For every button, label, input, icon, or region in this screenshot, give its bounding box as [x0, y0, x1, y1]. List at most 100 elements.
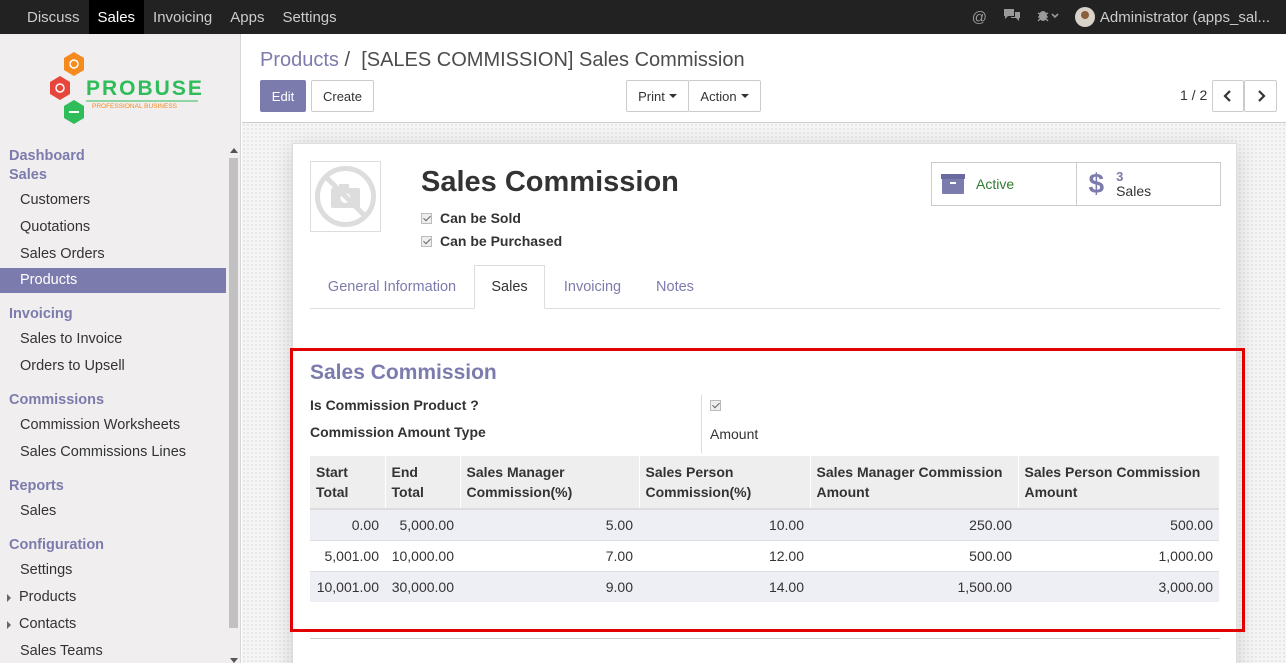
no-image-camera-icon: [315, 166, 376, 227]
svg-text:PROFESSIONAL BUSINESS: PROFESSIONAL BUSINESS: [92, 103, 178, 110]
col-sales-person-commission-amount[interactable]: Sales Person Commission Amount: [1017, 456, 1219, 510]
cell-manager-pct: 7.00: [460, 539, 639, 571]
sidebar-section-commissions: Commissions: [9, 392, 105, 408]
scroll-down-icon[interactable]: [230, 658, 238, 663]
nav-apps[interactable]: Apps: [221, 0, 273, 34]
sidebar-item-sales-teams[interactable]: Sales Teams: [0, 638, 226, 663]
dollar-icon: $: [1088, 168, 1105, 199]
cell-start-total: 5,001.00: [310, 539, 385, 571]
archive-icon: [941, 174, 965, 194]
nav-sales[interactable]: Sales: [88, 0, 145, 34]
sidebar-item-sales-commissions-lines[interactable]: Sales Commissions Lines: [0, 439, 226, 466]
sidebar-item-contacts[interactable]: Contacts: [0, 611, 226, 638]
commission-lines-table: Start Total End Total Sales Manager Commiss…: [310, 456, 1219, 602]
cell-start-total: 0.00: [310, 508, 385, 540]
nav-discuss[interactable]: Discuss: [18, 0, 89, 34]
sidebar-item-quotations[interactable]: Quotations: [0, 214, 226, 241]
sidebar-item-sales-orders[interactable]: Sales Orders: [0, 241, 226, 268]
cell-manager-amount: 1,500.00: [810, 570, 1018, 602]
can-be-sold-field: Can be Sold: [421, 210, 521, 226]
scroll-up-icon[interactable]: [230, 148, 238, 153]
sidebar-item-reports-sales[interactable]: Sales: [0, 498, 226, 525]
sidebar-section-invoicing: Invoicing: [9, 306, 73, 322]
sidebar-scrollbar[interactable]: [227, 146, 240, 663]
sidebar-item-commission-worksheets[interactable]: Commission Worksheets: [0, 412, 226, 439]
col-start-total[interactable]: Start Total: [310, 456, 385, 510]
nav-settings[interactable]: Settings: [273, 0, 345, 34]
probuse-logo: PROBUSE PROFESSIONAL BUSINESS: [50, 52, 201, 124]
col-sales-manager-commission[interactable]: Sales Manager Commission(%): [459, 456, 639, 510]
sales-stat-text: 3 Sales: [1116, 169, 1151, 199]
sidebar-item-customers[interactable]: Customers: [0, 187, 226, 214]
print-dropdown[interactable]: Print: [626, 80, 689, 112]
active-toggle-button[interactable]: Active: [932, 163, 1076, 205]
at-sign-icon[interactable]: @: [972, 9, 987, 26]
caret-down-icon: [668, 94, 677, 98]
cell-start-total: 10,001.00: [310, 570, 385, 602]
cell-person-pct: 12.00: [639, 539, 810, 571]
section-divider: [310, 638, 1220, 639]
pager-value[interactable]: 1 / 2: [1180, 87, 1207, 103]
breadcrumb-products[interactable]: Products: [260, 49, 339, 71]
col-sales-person-commission[interactable]: Sales Person Commission(%): [638, 456, 810, 510]
table-row[interactable]: 0.00 5,000.00 5.00 10.00 250.00 500.00: [310, 508, 1219, 540]
nav-invoicing[interactable]: Invoicing: [144, 0, 221, 34]
user-avatar[interactable]: [1074, 7, 1095, 27]
sidebar-section-sales: Sales: [9, 167, 47, 183]
sidebar-item-config-products[interactable]: Products: [0, 584, 226, 611]
sidebar: PROBUSE PROFESSIONAL BUSINESS Dashboard …: [0, 34, 241, 663]
table-row[interactable]: 10,001.00 30,000.00 9.00 14.00 1,500.00 …: [310, 570, 1219, 602]
col-end-total[interactable]: End Total: [384, 456, 460, 510]
control-panel: Products / [SALES COMMISSION] Sales Comm…: [242, 34, 1286, 123]
create-button[interactable]: Create: [311, 80, 374, 112]
sidebar-menu: Dashboard Sales Customers Quotations Sal…: [0, 146, 226, 663]
cell-manager-amount: 250.00: [810, 508, 1018, 540]
user-menu[interactable]: Administrator (apps_sal...: [1100, 9, 1270, 26]
caret-down-icon: [740, 94, 749, 98]
chevron-left-icon: [1223, 90, 1231, 102]
cell-person-pct: 10.00: [639, 508, 810, 540]
is-commission-field: [710, 400, 729, 411]
can-be-purchased-checkbox[interactable]: [421, 235, 432, 247]
systray: @ Administrator (apps_sal...: [972, 0, 1286, 34]
sidebar-section-configuration: Configuration: [9, 537, 105, 553]
form-sheet: Sales Commission Can be Sold Can be Purc…: [290, 143, 1245, 663]
tab-notes[interactable]: Notes: [640, 265, 710, 309]
can-be-sold-label: Can be Sold: [440, 210, 521, 226]
table-row[interactable]: 5,001.00 10,000.00 7.00 12.00 500.00 1,0…: [310, 539, 1219, 571]
active-label: Active: [976, 176, 1015, 192]
tab-sales[interactable]: Sales: [474, 265, 545, 309]
pager-previous-button[interactable]: [1212, 80, 1244, 112]
sidebar-item-orders-to-upsell[interactable]: Orders to Upsell: [0, 353, 226, 380]
print-label: Print: [638, 88, 665, 104]
can-be-purchased-field: Can be Purchased: [421, 233, 562, 249]
cell-manager-amount: 500.00: [810, 539, 1018, 571]
pager-next-button[interactable]: [1244, 80, 1277, 112]
amount-type-label: Commission Amount Type: [310, 424, 486, 440]
product-name: Sales Commission: [421, 166, 679, 198]
form-view: Sales Commission Can be Sold Can be Purc…: [242, 123, 1286, 663]
col-sales-manager-commission-amount[interactable]: Sales Manager Commission Amount: [809, 456, 1018, 510]
tab-general-information[interactable]: General Information: [310, 265, 474, 309]
action-label: Action: [700, 88, 737, 104]
sales-stat-button[interactable]: $ 3 Sales: [1075, 163, 1221, 205]
sidebar-dashboard[interactable]: Dashboard: [0, 146, 226, 166]
can-be-purchased-label: Can be Purchased: [440, 233, 563, 249]
commission-section-title: Sales Commission: [310, 361, 497, 384]
sidebar-item-products[interactable]: Products: [0, 268, 226, 293]
amount-type-value[interactable]: Amount: [710, 426, 758, 442]
bug-icon[interactable]: [1037, 8, 1059, 26]
scrollbar-thumb[interactable]: [229, 158, 238, 628]
is-commission-checkbox[interactable]: [710, 400, 721, 411]
cell-person-pct: 14.00: [639, 570, 810, 602]
action-dropdown[interactable]: Action: [688, 80, 761, 112]
sidebar-item-settings[interactable]: Settings: [0, 557, 226, 584]
can-be-sold-checkbox[interactable]: [421, 212, 432, 224]
tab-invoicing[interactable]: Invoicing: [545, 265, 640, 309]
breadcrumb: Products / [SALES COMMISSION] Sales Comm…: [260, 49, 745, 72]
notebook-tabs: General Information Sales Invoicing Note…: [310, 265, 1220, 309]
edit-button[interactable]: Edit: [260, 80, 306, 112]
sidebar-item-sales-to-invoice[interactable]: Sales to Invoice: [0, 326, 226, 353]
chat-bubbles-icon[interactable]: [1003, 8, 1021, 26]
product-image[interactable]: [310, 161, 381, 232]
